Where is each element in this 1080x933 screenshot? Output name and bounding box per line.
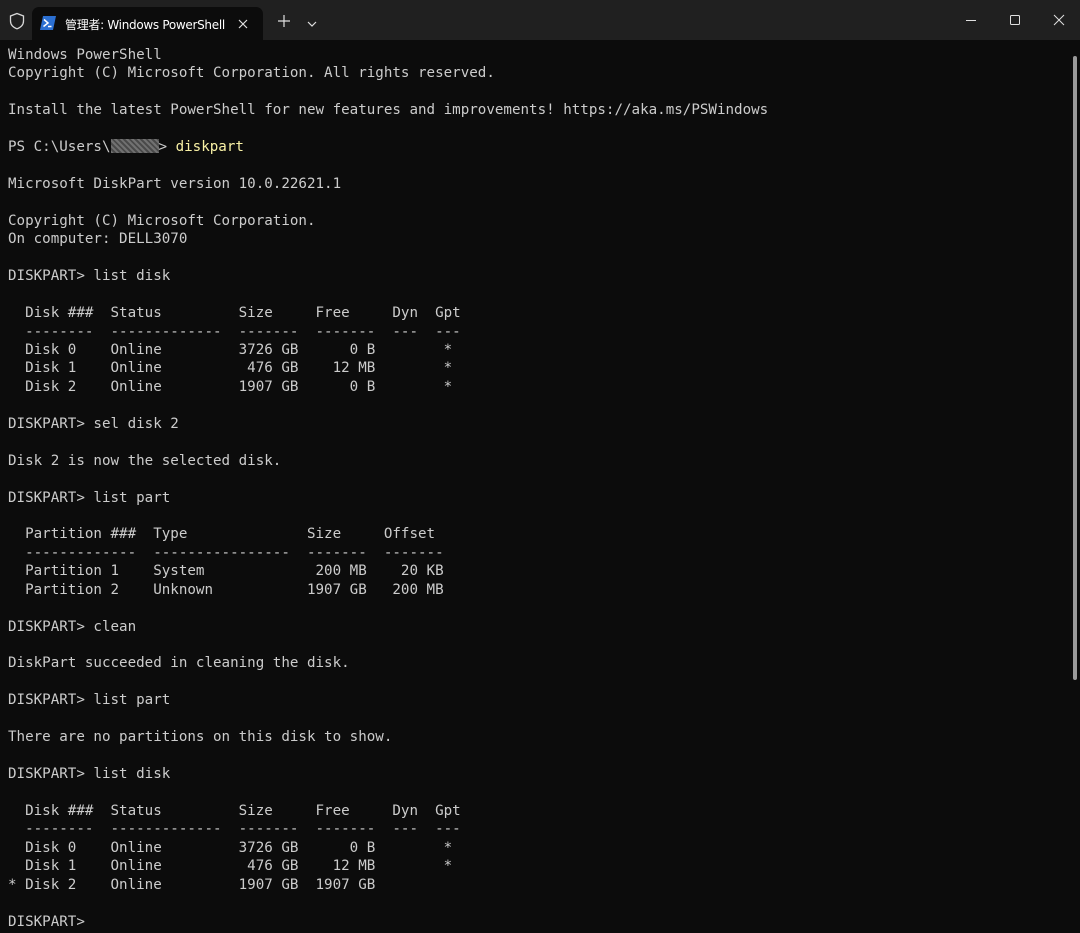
terminal-line: Disk 0 Online 3726 GB 0 B * bbox=[8, 342, 453, 358]
terminal-window: 管理者: Windows PowerShell Windows PowerShe… bbox=[0, 0, 1080, 933]
terminal-line: Disk 0 Online 3726 GB 0 B * bbox=[8, 839, 453, 856]
terminal-line: Windows PowerShell bbox=[8, 47, 162, 63]
terminal-line: PS C:\Users\ > diskpart bbox=[8, 138, 1068, 156]
command-text: diskpart bbox=[175, 139, 244, 156]
prompt-end: > bbox=[158, 139, 176, 156]
terminal-line: DiskPart succeeded in cleaning the disk. bbox=[8, 655, 350, 672]
terminal-line: Partition ### Type Size Offset bbox=[8, 526, 436, 543]
close-icon[interactable] bbox=[235, 16, 251, 32]
terminal-line: Disk 1 Online 476 GB 12 MB * bbox=[8, 858, 453, 875]
tab-title: 管理者: Windows PowerShell bbox=[65, 18, 225, 32]
terminal-line: On computer: DELL3070 bbox=[8, 231, 188, 248]
terminal-line: -------- ------------- ------- ------- -… bbox=[8, 323, 461, 340]
terminal-line: Partition 2 Unknown 1907 GB 200 MB bbox=[8, 581, 444, 598]
terminal-line: -------- ------------- ------- ------- -… bbox=[8, 821, 461, 838]
terminal-line: Copyright (C) Microsoft Corporation. All… bbox=[8, 65, 495, 82]
minimize-icon bbox=[966, 20, 976, 21]
tab-powershell[interactable]: 管理者: Windows PowerShell bbox=[32, 7, 263, 40]
terminal-line: Install the latest PowerShell for new fe… bbox=[8, 102, 769, 119]
terminal-line: Microsoft DiskPart version 10.0.22621.1 bbox=[8, 176, 342, 193]
terminal-line: DISKPART> bbox=[8, 913, 94, 930]
terminal-line: Disk ### Status Size Free Dyn Gpt bbox=[8, 305, 461, 322]
maximize-icon bbox=[1010, 15, 1020, 25]
close-icon bbox=[1053, 14, 1065, 26]
maximize-button[interactable] bbox=[992, 0, 1038, 40]
terminal-line: DISKPART> list part bbox=[8, 489, 171, 506]
terminal-line: DISKPART> list part bbox=[8, 692, 171, 709]
terminal-line: Disk ### Status Size Free Dyn Gpt bbox=[8, 802, 461, 819]
terminal-line: Partition 1 System 200 MB 20 KB bbox=[8, 563, 444, 580]
terminal-line: * Disk 2 Online 1907 GB 1907 GB bbox=[8, 876, 376, 893]
terminal-output[interactable]: Windows PowerShell Copyright (C) Microsof… bbox=[8, 46, 1068, 933]
scrollbar[interactable] bbox=[1073, 56, 1077, 680]
powershell-icon bbox=[40, 16, 56, 30]
terminal-line: Copyright (C) Microsoft Corporation. bbox=[8, 212, 316, 229]
shield-icon bbox=[8, 12, 26, 30]
redacted-username bbox=[110, 139, 159, 154]
prompt-text: PS C:\Users\ bbox=[8, 139, 111, 156]
terminal-line: Disk 2 Online 1907 GB 0 B * bbox=[8, 378, 453, 395]
chevron-down-icon[interactable] bbox=[306, 16, 318, 27]
minimize-button[interactable] bbox=[948, 0, 994, 40]
terminal-line: DISKPART> clean bbox=[8, 618, 137, 635]
terminal-line: DISKPART> sel disk 2 bbox=[8, 415, 179, 432]
plus-icon[interactable] bbox=[276, 13, 292, 29]
terminal-line: There are no partitions on this disk to … bbox=[8, 729, 393, 746]
terminal-line: DISKPART> list disk bbox=[8, 268, 171, 285]
close-window-button[interactable] bbox=[1036, 0, 1080, 40]
title-bar: 管理者: Windows PowerShell bbox=[0, 0, 1080, 40]
terminal-line: ------------- ---------------- ------- -… bbox=[8, 544, 444, 561]
terminal-line: Disk 2 is now the selected disk. bbox=[8, 452, 282, 469]
terminal-line: DISKPART> list disk bbox=[8, 766, 171, 783]
terminal-line: Disk 1 Online 476 GB 12 MB * bbox=[8, 360, 453, 377]
